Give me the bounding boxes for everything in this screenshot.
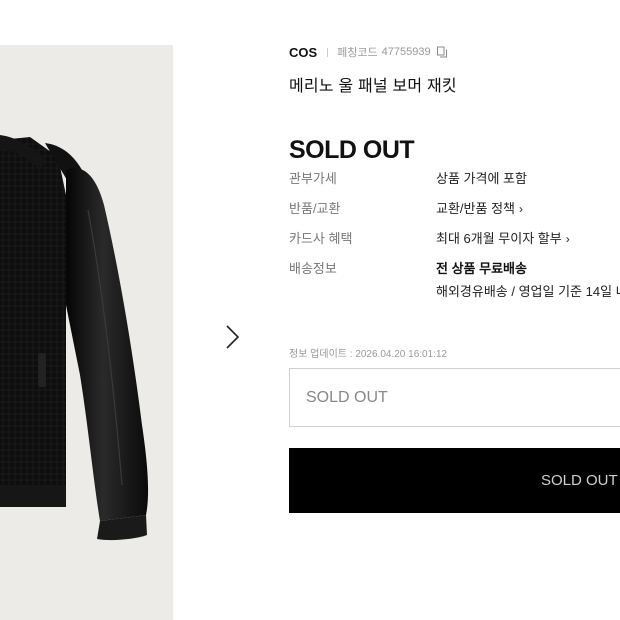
product-code: 47755939 xyxy=(381,46,431,58)
update-timestamp: 정보 업데이트 : 2026.04.20 16:01:12 xyxy=(289,349,448,360)
jacket-illustration xyxy=(0,135,149,541)
chevron-right-icon: › xyxy=(565,232,570,246)
detail-label: 카드사 혜택 xyxy=(289,231,353,246)
detail-label: 반품/교환 xyxy=(289,201,341,216)
return-policy-text: 교환/반품 정책 xyxy=(436,201,515,216)
option-select[interactable]: SOLD OUT xyxy=(289,368,620,427)
card-benefit-link[interactable]: 최대 6개월 무이자 할부 › xyxy=(436,228,570,247)
sold-out-button[interactable]: SOLD OUT xyxy=(289,448,620,513)
product-code-label: 페칭코드 xyxy=(337,47,378,59)
brand-name[interactable]: COS xyxy=(289,45,317,60)
detail-value: 상품 가격에 포함 xyxy=(436,171,527,186)
return-policy-link[interactable]: 교환/반품 정책 › xyxy=(436,198,523,217)
product-image xyxy=(0,45,173,620)
chevron-right-icon xyxy=(226,325,240,349)
detail-label: 배송정보 xyxy=(289,261,337,276)
divider xyxy=(327,47,329,57)
detail-row-card-benefit: 카드사 혜택 최대 6개월 무이자 할부 › xyxy=(289,228,620,258)
option-select-value: SOLD OUT xyxy=(306,388,388,406)
sold-out-status: SOLD OUT xyxy=(289,136,415,164)
product-details: 관부가세 상품 가격에 포함 반품/교환 교환/반품 정책 › 카드사 혜택 최대… xyxy=(289,168,620,299)
product-info-panel: COS 페칭코드 47755939 메리노 울 패널 보머 재킷 SOLD OU… xyxy=(289,0,620,620)
detail-row-customs: 관부가세 상품 가격에 포함 xyxy=(289,168,620,198)
brand-row: COS 페칭코드 47755939 xyxy=(289,44,448,60)
copy-icon[interactable] xyxy=(436,46,448,58)
chevron-right-icon: › xyxy=(518,202,523,216)
detail-row-return-policy: 반품/교환 교환/반품 정책 › xyxy=(289,198,620,228)
shipping-detail: 해외경유배송 / 영업일 기준 14일 내 xyxy=(436,284,620,299)
detail-label: 관부가세 xyxy=(289,171,337,186)
detail-value: 전 상품 무료배송 xyxy=(436,261,527,276)
product-name: 메리노 울 패널 보머 재킷 xyxy=(289,78,457,95)
next-image-button[interactable] xyxy=(220,320,244,354)
card-benefit-text: 최대 6개월 무이자 할부 xyxy=(436,231,562,246)
